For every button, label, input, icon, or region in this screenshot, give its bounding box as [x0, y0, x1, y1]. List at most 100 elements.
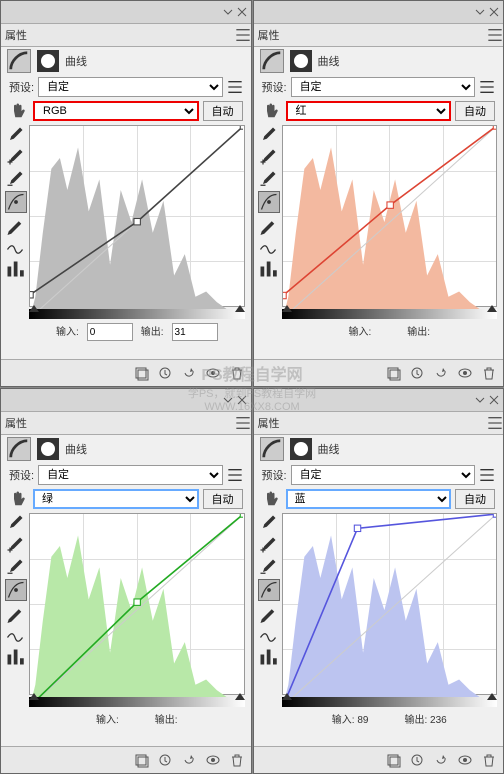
- eyedropper-minus-tool[interactable]: [5, 169, 25, 189]
- clip-icon[interactable]: [385, 752, 401, 768]
- stats-tool[interactable]: [5, 259, 25, 279]
- stats-tool[interactable]: [5, 647, 25, 667]
- reset-icon[interactable]: [433, 365, 449, 381]
- reset-icon[interactable]: [433, 752, 449, 768]
- eyedropper-plus-tool[interactable]: [258, 535, 278, 555]
- prev-icon[interactable]: [157, 752, 173, 768]
- curves-graph[interactable]: [29, 125, 245, 307]
- clip-icon[interactable]: [133, 365, 149, 381]
- prev-icon[interactable]: [409, 365, 425, 381]
- tab-properties[interactable]: 属性: [5, 27, 27, 43]
- preset-select[interactable]: 自定: [38, 465, 222, 485]
- collapse-icon[interactable]: [475, 395, 485, 405]
- panel-menu-icon[interactable]: [235, 27, 251, 43]
- visibility-icon[interactable]: [457, 752, 473, 768]
- hand-icon[interactable]: [262, 489, 282, 509]
- eyedropper-plus-tool[interactable]: [5, 535, 25, 555]
- auto-button[interactable]: 自动: [203, 489, 243, 509]
- adjustment-icon[interactable]: [7, 49, 31, 73]
- visibility-icon[interactable]: [205, 365, 221, 381]
- panel-menu-icon[interactable]: [487, 415, 503, 431]
- stats-tool[interactable]: [258, 259, 278, 279]
- stats-tool[interactable]: [258, 647, 278, 667]
- pencil-tool[interactable]: [258, 215, 278, 235]
- channel-select[interactable]: 红: [286, 101, 452, 121]
- eyedropper-tool[interactable]: [258, 125, 278, 145]
- preset-select[interactable]: 自定: [38, 77, 222, 97]
- prev-icon[interactable]: [157, 365, 173, 381]
- curve-point-tool[interactable]: [258, 579, 280, 601]
- channel-select[interactable]: 蓝: [286, 489, 452, 509]
- smooth-tool[interactable]: [5, 237, 25, 257]
- adjustment-icon[interactable]: [260, 49, 284, 73]
- eyedropper-minus-tool[interactable]: [258, 169, 278, 189]
- reset-icon[interactable]: [181, 752, 197, 768]
- input-ramp[interactable]: [282, 697, 498, 707]
- curve-point-tool[interactable]: [258, 191, 280, 213]
- mask-icon[interactable]: [290, 50, 312, 72]
- input-ramp[interactable]: [29, 697, 245, 707]
- output-field[interactable]: [172, 323, 218, 341]
- close-icon[interactable]: [237, 7, 247, 17]
- close-icon[interactable]: [237, 395, 247, 405]
- trash-icon[interactable]: [229, 365, 245, 381]
- collapse-icon[interactable]: [223, 7, 233, 17]
- panel-menu-icon[interactable]: [487, 27, 503, 43]
- close-icon[interactable]: [489, 395, 499, 405]
- curves-graph[interactable]: [282, 513, 498, 695]
- curve-point-tool[interactable]: [5, 579, 27, 601]
- eyedropper-plus-tool[interactable]: [5, 147, 25, 167]
- close-icon[interactable]: [489, 7, 499, 17]
- smooth-tool[interactable]: [258, 237, 278, 257]
- trash-icon[interactable]: [481, 365, 497, 381]
- preset-menu-icon[interactable]: [479, 79, 495, 95]
- adjustment-icon[interactable]: [7, 437, 31, 461]
- collapse-icon[interactable]: [475, 7, 485, 17]
- mask-icon[interactable]: [37, 438, 59, 460]
- channel-select[interactable]: RGB: [33, 101, 199, 121]
- input-ramp[interactable]: [29, 309, 245, 319]
- visibility-icon[interactable]: [457, 365, 473, 381]
- mask-icon[interactable]: [290, 438, 312, 460]
- preset-menu-icon[interactable]: [227, 79, 243, 95]
- curves-graph[interactable]: [29, 513, 245, 695]
- tab-properties[interactable]: 属性: [5, 415, 27, 431]
- preset-menu-icon[interactable]: [479, 467, 495, 483]
- auto-button[interactable]: 自动: [203, 101, 243, 121]
- smooth-tool[interactable]: [258, 625, 278, 645]
- adjustment-icon[interactable]: [260, 437, 284, 461]
- hand-icon[interactable]: [9, 101, 29, 121]
- eyedropper-tool[interactable]: [5, 513, 25, 533]
- hand-icon[interactable]: [9, 489, 29, 509]
- eyedropper-tool[interactable]: [258, 513, 278, 533]
- collapse-icon[interactable]: [223, 395, 233, 405]
- eyedropper-minus-tool[interactable]: [258, 557, 278, 577]
- eyedropper-tool[interactable]: [5, 125, 25, 145]
- visibility-icon[interactable]: [205, 752, 221, 768]
- tab-properties[interactable]: 属性: [258, 27, 280, 43]
- hand-icon[interactable]: [262, 101, 282, 121]
- mask-icon[interactable]: [37, 50, 59, 72]
- smooth-tool[interactable]: [5, 625, 25, 645]
- trash-icon[interactable]: [481, 752, 497, 768]
- input-field[interactable]: [87, 323, 133, 341]
- curve-point-tool[interactable]: [5, 191, 27, 213]
- curves-graph[interactable]: [282, 125, 498, 307]
- input-ramp[interactable]: [282, 309, 498, 319]
- reset-icon[interactable]: [181, 365, 197, 381]
- pencil-tool[interactable]: [5, 603, 25, 623]
- clip-icon[interactable]: [133, 752, 149, 768]
- auto-button[interactable]: 自动: [455, 101, 495, 121]
- eyedropper-minus-tool[interactable]: [5, 557, 25, 577]
- preset-select[interactable]: 自定: [291, 465, 475, 485]
- prev-icon[interactable]: [409, 752, 425, 768]
- pencil-tool[interactable]: [258, 603, 278, 623]
- eyedropper-plus-tool[interactable]: [258, 147, 278, 167]
- clip-icon[interactable]: [385, 365, 401, 381]
- preset-select[interactable]: 自定: [291, 77, 475, 97]
- tab-properties[interactable]: 属性: [258, 415, 280, 431]
- preset-menu-icon[interactable]: [227, 467, 243, 483]
- trash-icon[interactable]: [229, 752, 245, 768]
- panel-menu-icon[interactable]: [235, 415, 251, 431]
- pencil-tool[interactable]: [5, 215, 25, 235]
